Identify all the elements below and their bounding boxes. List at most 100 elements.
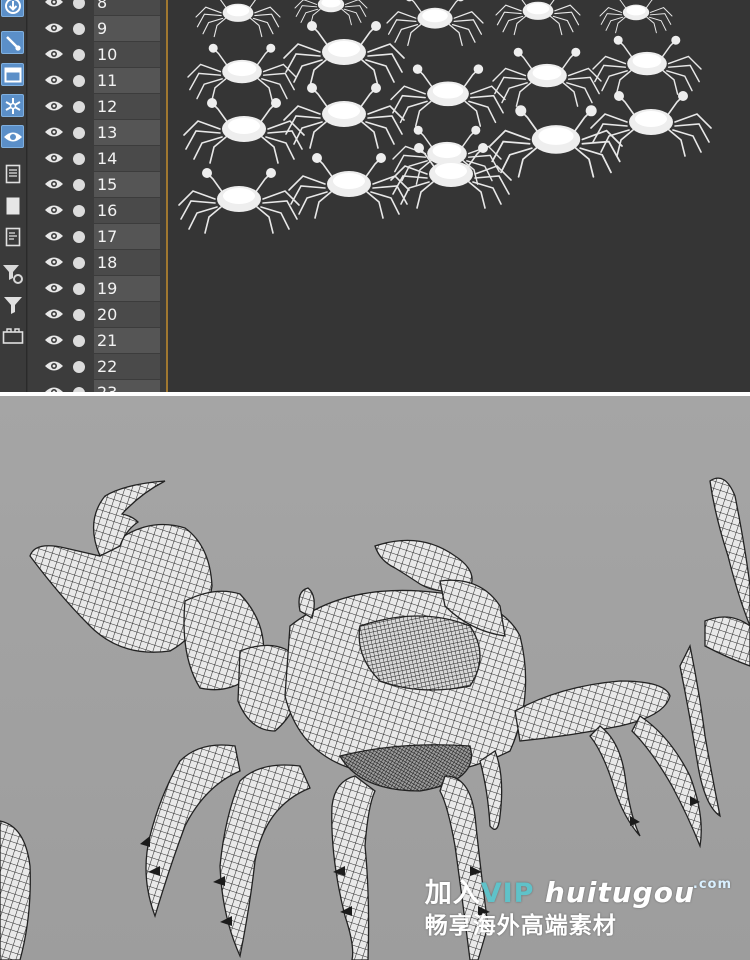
crab-thumbnail[interactable] [592,35,702,95]
layer-row[interactable]: 15 [28,172,160,198]
layer-label[interactable]: 19 [94,276,160,301]
layer-color-dot[interactable] [73,283,85,295]
crab-thumbnail[interactable] [195,0,281,38]
panel-divider[interactable] [166,0,168,392]
freeze-button[interactable] [1,94,24,117]
snowflake-icon [5,97,20,114]
layer-row[interactable]: 10 [28,42,160,68]
document-button[interactable] [1,162,24,185]
eye-icon[interactable] [44,73,64,87]
eye-icon[interactable] [44,177,64,191]
layer-label[interactable]: 8 [94,0,160,15]
layer-color-dot[interactable] [73,309,85,321]
filter-settings-button[interactable] [1,262,24,285]
layer-label[interactable]: 16 [94,198,160,223]
layer-label[interactable]: 11 [94,68,160,93]
window-button[interactable] [1,63,24,86]
layer-row[interactable]: 11 [28,68,160,94]
layer-color-dot[interactable] [73,23,85,35]
crab-thumbnail[interactable] [294,0,368,26]
text-document-button[interactable] [1,225,24,248]
eye-icon[interactable] [44,47,64,61]
eye-icon[interactable] [44,281,64,295]
layer-label[interactable]: 22 [94,354,160,379]
layer-row[interactable]: 20 [28,302,160,328]
layer-row[interactable]: 18 [28,250,160,276]
layer-label[interactable]: 17 [94,224,160,249]
crab-thumbnail[interactable] [495,0,581,36]
eye-icon[interactable] [44,333,64,347]
eye-icon[interactable] [44,99,64,113]
layer-label[interactable]: 21 [94,328,160,353]
download-icon [4,0,21,14]
layer-row[interactable]: 8 [28,0,160,16]
far-leg-2 [704,616,750,667]
layer-row[interactable]: 21 [28,328,160,354]
eye-icon[interactable] [44,385,64,392]
layer-row[interactable]: 14 [28,146,160,172]
layer-row[interactable]: 22 [28,354,160,380]
crab-thumbnail[interactable] [599,0,673,34]
eye-icon[interactable] [44,203,64,217]
layer-row[interactable]: 17 [28,224,160,250]
3d-viewport[interactable] [169,0,750,392]
layer-row[interactable]: 9 [28,16,160,42]
filter-button[interactable] [1,293,24,316]
eye-icon[interactable] [44,359,64,373]
layer-label[interactable]: 18 [94,250,160,275]
layer-color-dot[interactable] [73,127,85,139]
eye-icon[interactable] [44,0,64,9]
layer-label[interactable]: 20 [94,302,160,327]
layer-box-button[interactable] [1,324,24,347]
layer-label[interactable]: 14 [94,146,160,171]
crab-thumbnail[interactable] [492,47,602,107]
layer-label[interactable]: 23 [94,380,160,392]
layer-row[interactable]: 23 [28,380,160,392]
eye-icon[interactable] [44,229,64,243]
layer-color-dot[interactable] [73,205,85,217]
layer-color-dot[interactable] [73,75,85,87]
layer-color-dot[interactable] [73,49,85,61]
layer-color-dot[interactable] [73,179,85,191]
layer-color-dot[interactable] [73,101,85,113]
layer-label[interactable]: 15 [94,172,160,197]
watermark-brand: huitugou [544,876,695,909]
carapace-ridge [358,615,481,691]
brush-button[interactable] [1,31,24,54]
layer-row[interactable]: 13 [28,120,160,146]
layer-color-dot[interactable] [73,153,85,165]
crab-thumbnail[interactable] [288,153,410,219]
layer-label[interactable]: 9 [94,16,160,41]
layer-row[interactable]: 19 [28,276,160,302]
layer-box-icon [2,327,23,344]
eye-stalk [298,587,315,619]
crab-thumbnail[interactable] [283,83,405,149]
eye-icon[interactable] [44,307,64,321]
crab-thumbnail[interactable] [187,43,297,103]
leg-2 [219,764,311,959]
watermark-vip: VIP [480,878,535,909]
layer-color-dot[interactable] [73,335,85,347]
visibility-button[interactable] [1,125,24,148]
layer-row[interactable]: 12 [28,94,160,120]
eye-icon[interactable] [44,125,64,139]
layer-label[interactable]: 13 [94,120,160,145]
crab-thumbnail[interactable] [590,91,712,157]
download-button[interactable] [1,0,24,17]
crab-thumbnail[interactable] [283,21,405,87]
layer-label[interactable]: 12 [94,94,160,119]
layer-row[interactable]: 16 [28,198,160,224]
crab-thumbnail[interactable] [390,64,506,127]
eye-icon[interactable] [44,21,64,35]
layer-color-dot[interactable] [73,257,85,269]
layer-color-dot[interactable] [73,361,85,373]
layer-label[interactable]: 10 [94,42,160,67]
layer-color-dot[interactable] [73,231,85,243]
eye-icon[interactable] [44,255,64,269]
eye-icon[interactable] [44,151,64,165]
crab-thumbnail[interactable] [178,168,300,234]
crab-thumbnail[interactable] [183,98,305,164]
crab-thumbnail[interactable] [386,0,484,47]
layer-color-dot[interactable] [73,0,85,9]
square-button[interactable] [1,194,24,217]
